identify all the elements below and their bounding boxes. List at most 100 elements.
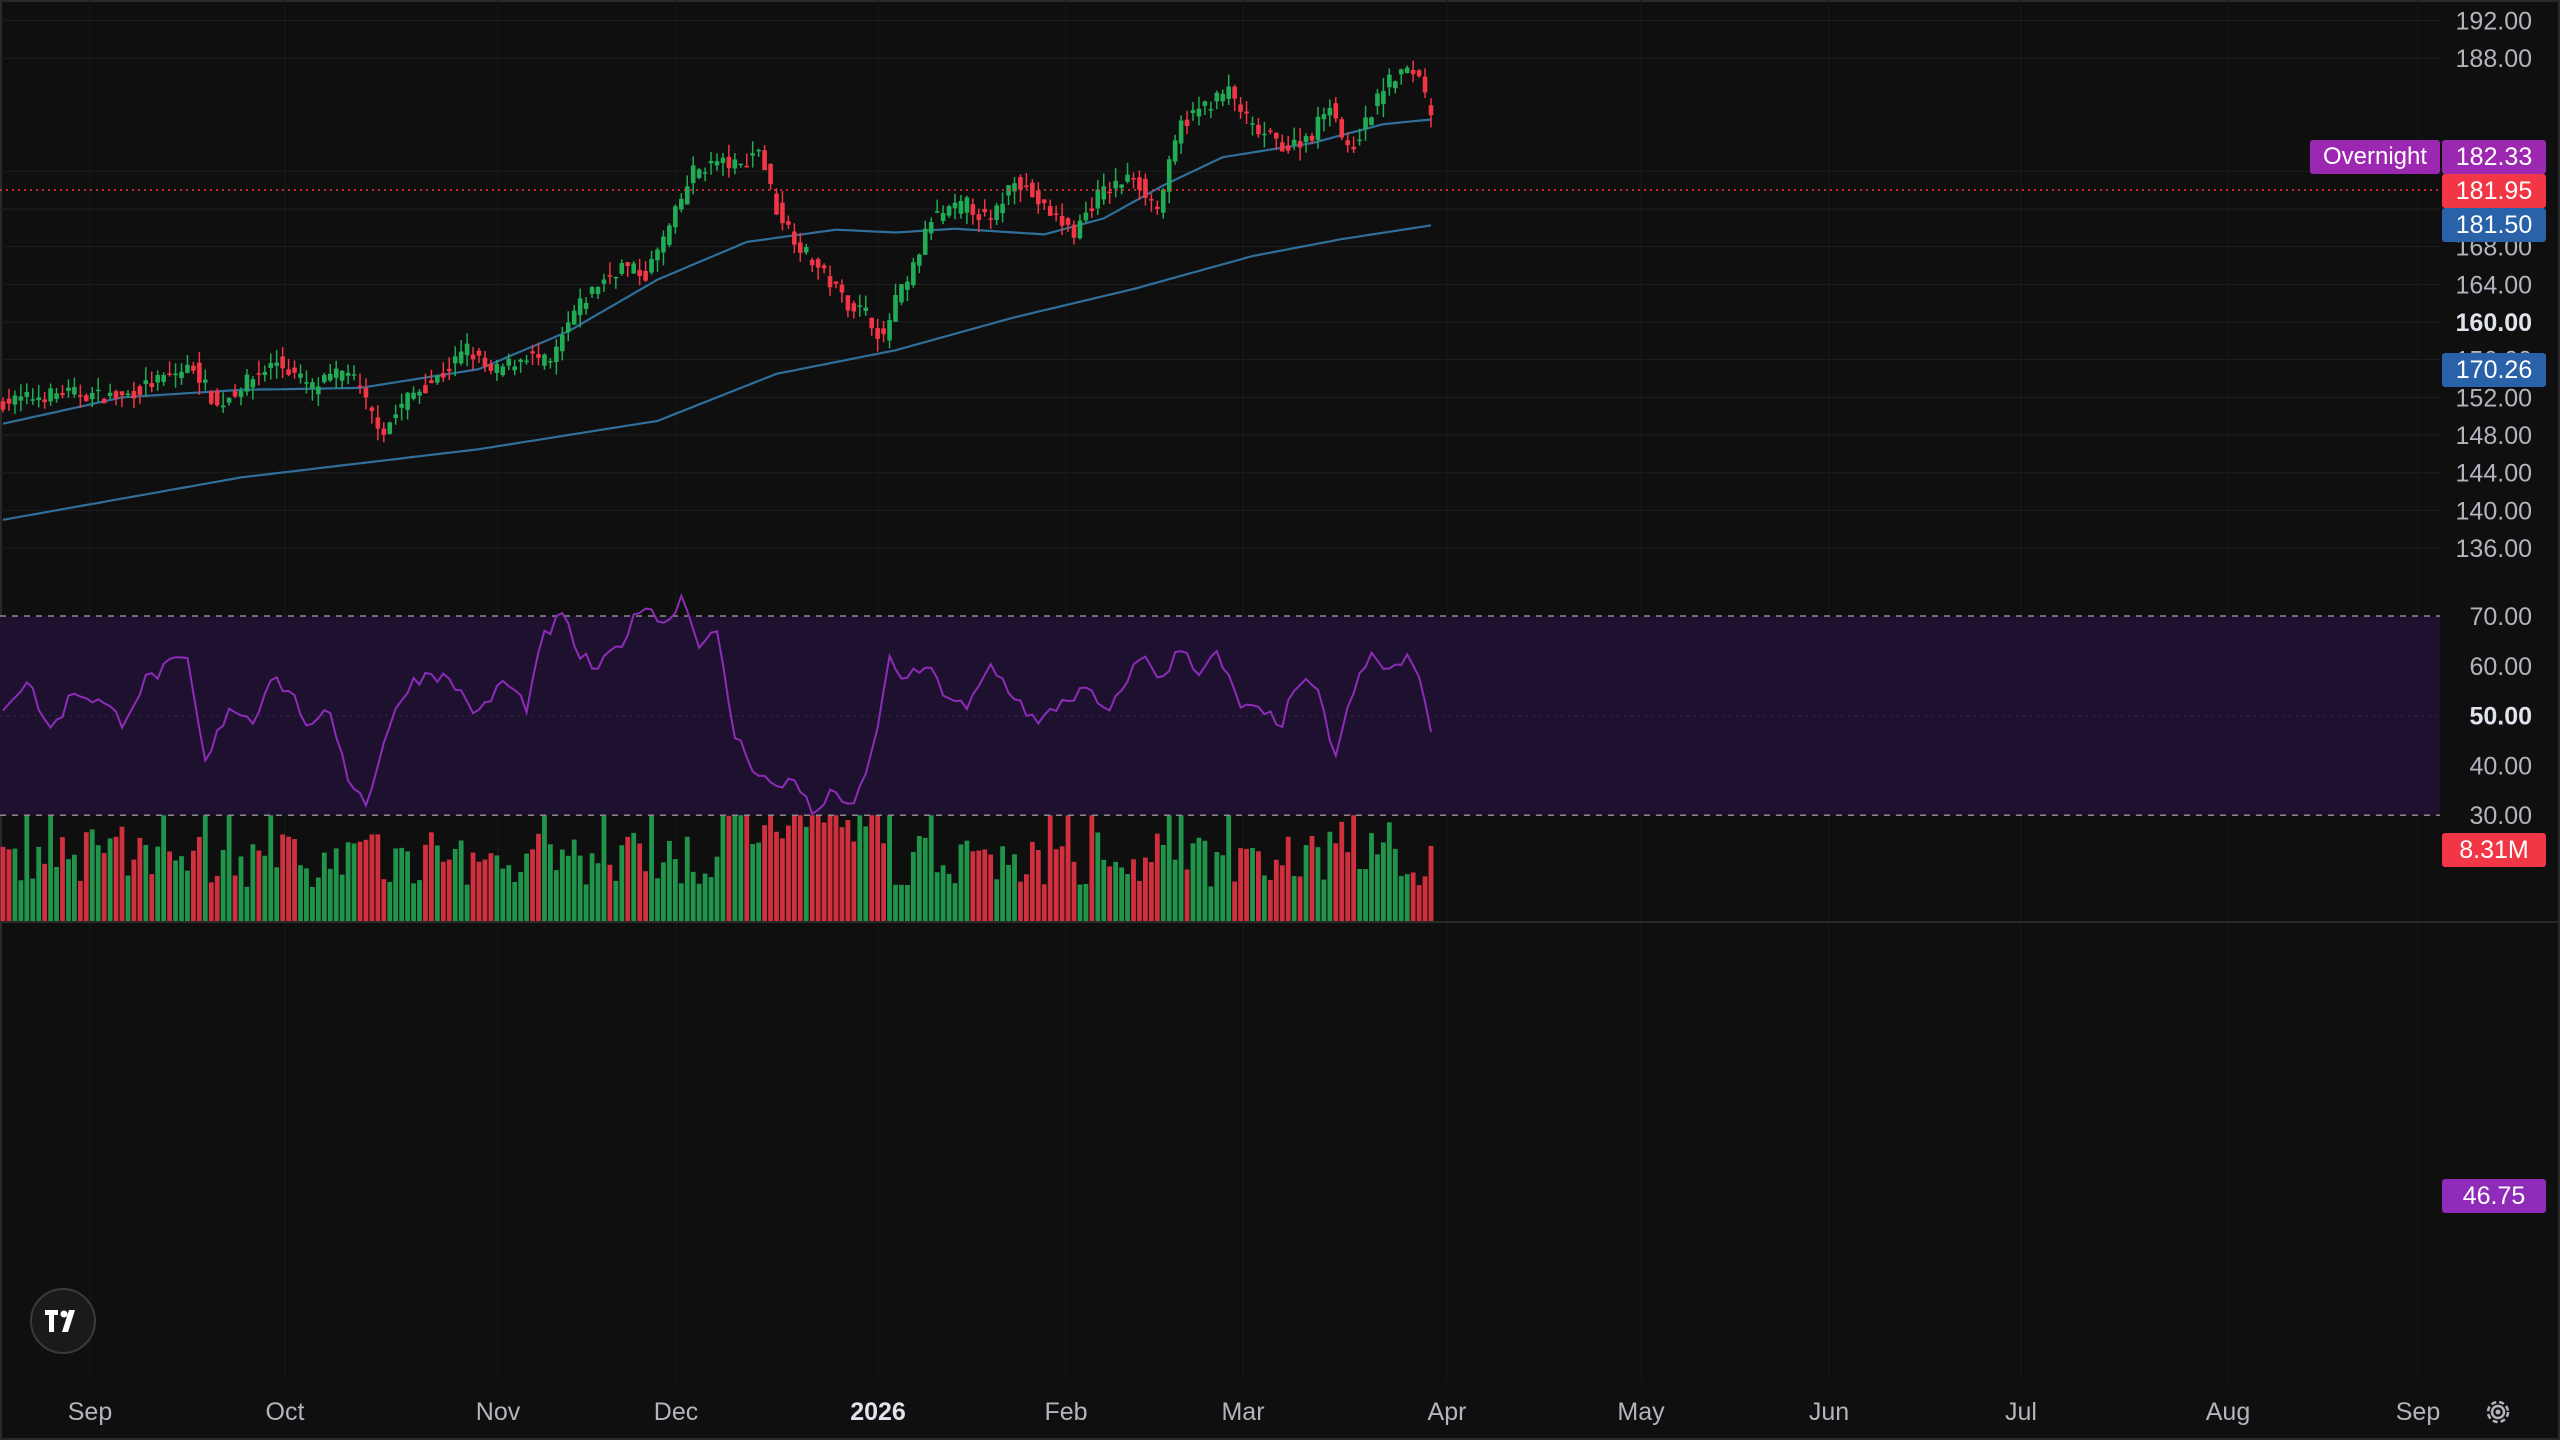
- volume-bar: [916, 836, 922, 922]
- volume-bar: [155, 846, 161, 922]
- candle-body: [1416, 70, 1422, 77]
- candle-body: [280, 356, 285, 369]
- volume-bar: [565, 855, 571, 922]
- volume-bar: [107, 838, 113, 922]
- candle-body: [1285, 145, 1291, 151]
- volume-bar: [464, 884, 470, 922]
- volume-bar: [583, 884, 589, 922]
- volume-bar: [726, 815, 732, 922]
- candle-body: [548, 361, 553, 363]
- time-tick-label: Aug: [2206, 1398, 2250, 1426]
- candle-body: [268, 363, 274, 368]
- volume-bar: [1256, 851, 1261, 922]
- volume-bar: [292, 839, 297, 922]
- volume-bar: [1208, 886, 1214, 922]
- volume-bar: [42, 863, 48, 922]
- candle-body: [1160, 189, 1166, 213]
- candle-body: [1149, 199, 1154, 201]
- volume-bar: [327, 868, 333, 922]
- candle-body: [684, 186, 690, 205]
- ma-long-label: 170.26: [2442, 353, 2546, 387]
- candle-body: [435, 375, 440, 383]
- candle-body: [89, 393, 95, 400]
- volume-bar: [1154, 833, 1160, 922]
- volume-bar: [774, 831, 779, 922]
- candle-body: [351, 374, 357, 376]
- candle-body: [1018, 177, 1023, 190]
- volume-bar: [1202, 840, 1208, 922]
- volume-bar: [839, 827, 845, 922]
- candle-body: [1321, 114, 1327, 120]
- volume-bar: [1285, 836, 1291, 922]
- volume-bar: [1262, 875, 1267, 922]
- candle-body: [780, 202, 785, 224]
- candle-body: [1422, 76, 1428, 93]
- volume-bar: [470, 852, 476, 922]
- candle-body: [1000, 203, 1005, 214]
- volume-bar: [179, 856, 184, 922]
- volume-bar: [167, 851, 172, 922]
- time-tick-label: Jul: [2005, 1398, 2037, 1426]
- volume-bar: [1386, 822, 1392, 922]
- candle-body: [161, 374, 166, 382]
- volume-bar: [1012, 854, 1017, 922]
- volume-bar: [934, 872, 940, 922]
- candle-body: [476, 350, 482, 356]
- candle-body: [631, 263, 636, 274]
- candle-body: [571, 310, 577, 325]
- tradingview-logo-icon[interactable]: [30, 1288, 96, 1354]
- candle-body: [726, 156, 732, 169]
- candle-body: [583, 303, 589, 309]
- candle-body: [1303, 135, 1309, 143]
- candle-body: [1268, 130, 1273, 132]
- tradingview-logo-glyph: [45, 1310, 75, 1332]
- volume-bar: [196, 836, 202, 922]
- candle-body: [197, 362, 202, 383]
- stock-chart[interactable]: 192.00188.00176.00172.00168.00164.00160.…: [0, 0, 2560, 1440]
- candle-body: [1226, 86, 1231, 99]
- candle-body: [143, 380, 149, 385]
- candle-body: [167, 373, 172, 375]
- volume-bar: [821, 822, 827, 922]
- volume-bar: [1065, 814, 1071, 922]
- candle-body: [696, 169, 702, 178]
- candle-body: [934, 211, 940, 213]
- candle-body: [1256, 124, 1261, 135]
- volume-bar: [137, 837, 143, 922]
- candle-body: [494, 364, 500, 373]
- candle-body: [18, 396, 24, 401]
- candle-body: [607, 275, 613, 277]
- volume-bar: [1214, 852, 1220, 922]
- volume-bar: [488, 853, 494, 922]
- rsi-tick-label: 50.00: [2469, 703, 2532, 731]
- volume-bar: [1398, 876, 1404, 922]
- gear-icon[interactable]: [2478, 1392, 2518, 1432]
- rsi-tick-label: 40.00: [2469, 752, 2532, 780]
- volume-bar: [1035, 849, 1041, 922]
- volume-bar: [559, 849, 565, 922]
- candle-body: [1333, 103, 1339, 119]
- candle-body: [1041, 199, 1047, 204]
- volume-bar: [399, 847, 405, 922]
- price-tick-label: 160.00: [2456, 309, 2532, 337]
- overnight-price-label: 182.33: [2442, 140, 2546, 174]
- candle-body: [191, 365, 196, 371]
- volume-bar: [696, 883, 702, 922]
- candle-body: [274, 362, 279, 366]
- candle-body: [958, 200, 964, 214]
- volume-bar: [1184, 869, 1190, 922]
- volume-bar: [36, 846, 42, 922]
- candle-body: [786, 221, 791, 225]
- candle-body: [905, 281, 910, 290]
- volume-bar: [1303, 845, 1309, 922]
- volume-bar: [1267, 879, 1273, 922]
- volume-bar: [1137, 880, 1142, 922]
- candle-body: [1101, 186, 1107, 200]
- candle-body: [774, 193, 779, 215]
- candle-body: [131, 390, 137, 399]
- volume-bar: [1083, 883, 1089, 922]
- candle-body: [1274, 132, 1279, 139]
- volume-bar: [6, 849, 12, 922]
- candle-body: [524, 360, 529, 363]
- volume-bar: [214, 875, 220, 922]
